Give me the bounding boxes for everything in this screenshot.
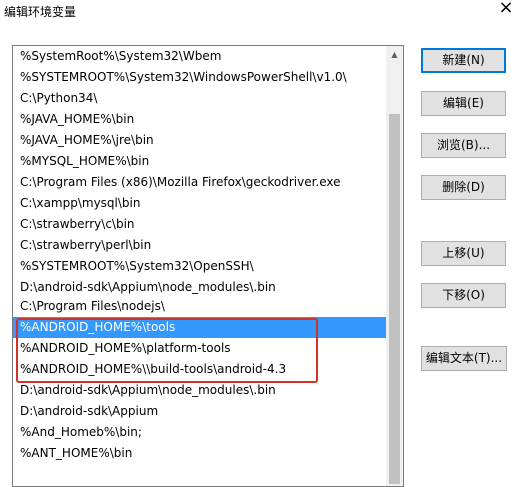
path-list-rows: %SystemRoot%\System32\Wbem %SYSTEMROOT%\… — [13, 46, 386, 464]
list-item[interactable]: C:\strawberry\c\bin — [13, 214, 386, 235]
list-item[interactable]: %ANDROID_HOME%\\build-tools\android-4.3 — [13, 359, 386, 380]
list-item[interactable]: %SYSTEMROOT%\System32\OpenSSH\ — [13, 256, 386, 277]
edit-button[interactable]: 编辑(E) — [421, 91, 506, 116]
list-item[interactable]: %ANDROID_HOME%\platform-tools — [13, 338, 386, 359]
list-item[interactable]: %JAVA_HOME%\jre\bin — [13, 130, 386, 151]
scroll-up-icon[interactable]: ▲ — [386, 46, 403, 63]
list-item[interactable]: C:\strawberry\perl\bin — [13, 235, 386, 256]
list-item[interactable]: %SYSTEMROOT%\System32\WindowsPowerShell\… — [13, 67, 386, 88]
list-item[interactable]: %And_Homeb%\bin; — [13, 422, 386, 443]
list-item[interactable]: D:\android-sdk\Appium\node_modules\.bin — [13, 380, 386, 401]
list-item[interactable]: C:\Python34\ — [13, 88, 386, 109]
list-item[interactable]: %ANDROID_HOME%\tools — [13, 317, 386, 338]
list-item[interactable]: D:\android-sdk\Appium — [13, 401, 386, 422]
browse-button[interactable]: 浏览(B)... — [421, 133, 506, 158]
edit-text-button[interactable]: 编辑文本(T)... — [421, 346, 507, 371]
vertical-scrollbar[interactable]: ▲ — [386, 46, 403, 486]
list-item[interactable]: %MYSQL_HOME%\bin — [13, 151, 386, 172]
new-button[interactable]: 新建(N) — [421, 48, 506, 73]
close-icon[interactable]: × — [494, 0, 518, 19]
delete-button[interactable]: 删除(D) — [421, 175, 506, 200]
list-item[interactable]: C:\Program Files (x86)\Mozilla Firefox\g… — [13, 172, 386, 193]
title-bar: 编辑环境变量 × — [0, 0, 521, 40]
list-item[interactable]: C:\xampp\mysql\bin — [13, 193, 386, 214]
window-title: 编辑环境变量 — [4, 5, 77, 19]
scroll-thumb[interactable] — [389, 114, 400, 484]
move-down-button[interactable]: 下移(O) — [421, 283, 506, 308]
list-item[interactable]: C:\Program Files\nodejs\ — [13, 296, 386, 317]
list-item[interactable]: %ANT_HOME%\bin — [13, 443, 386, 464]
move-up-button[interactable]: 上移(U) — [421, 241, 506, 266]
list-item[interactable]: %SystemRoot%\System32\Wbem — [13, 46, 386, 67]
list-item[interactable]: D:\android-sdk\Appium\node_modules\.bin — [13, 277, 386, 298]
list-item[interactable]: %JAVA_HOME%\bin — [13, 109, 386, 130]
path-list[interactable]: %SystemRoot%\System32\Wbem %SYSTEMROOT%\… — [12, 45, 404, 487]
